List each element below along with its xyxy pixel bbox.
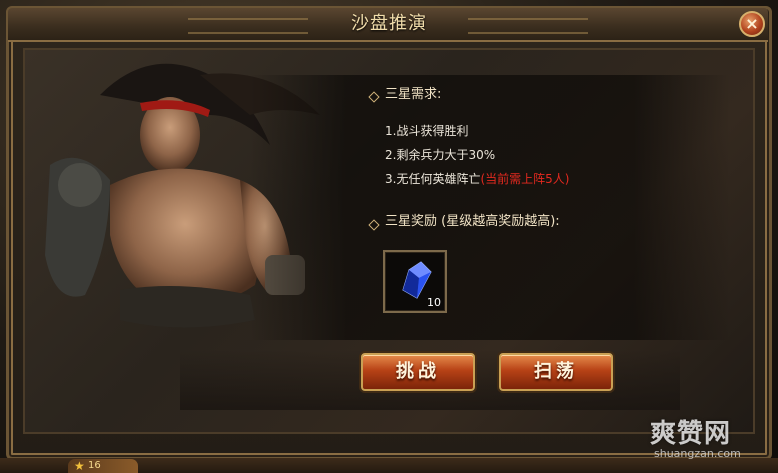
sweep-button[interactable]: 扫荡: [499, 353, 613, 391]
reward-slot[interactable]: 10: [383, 250, 447, 313]
rewards-heading: 三星奖励 (星级越高奖励越高):: [385, 214, 560, 229]
requirement-note: (当前需上阵5人): [480, 172, 570, 186]
watermark-url: shuangzan.com: [654, 447, 741, 460]
requirement-item: 2.剩余兵力大于30%: [385, 148, 496, 162]
dialog-title: 沙盘推演: [351, 13, 427, 34]
level-badge: ★ 16: [68, 459, 138, 473]
reward-count: 10: [427, 296, 441, 309]
challenge-button[interactable]: 挑战: [361, 353, 475, 391]
requirements-heading: 三星需求:: [385, 87, 442, 102]
level-value: 16: [88, 460, 101, 471]
requirement-item: 3.无任何英雄阵亡(当前需上阵5人): [385, 171, 569, 187]
blue-crystal-icon: [402, 261, 432, 299]
requirement-text: 3.无任何英雄阵亡: [385, 172, 481, 186]
close-button[interactable]: ×: [739, 11, 765, 37]
watermark-logo: 爽赞网: [650, 419, 732, 449]
star-icon: ★: [74, 459, 85, 473]
stage-info-panel: [250, 75, 730, 340]
requirement-item: 1.战斗获得胜利: [385, 124, 469, 138]
